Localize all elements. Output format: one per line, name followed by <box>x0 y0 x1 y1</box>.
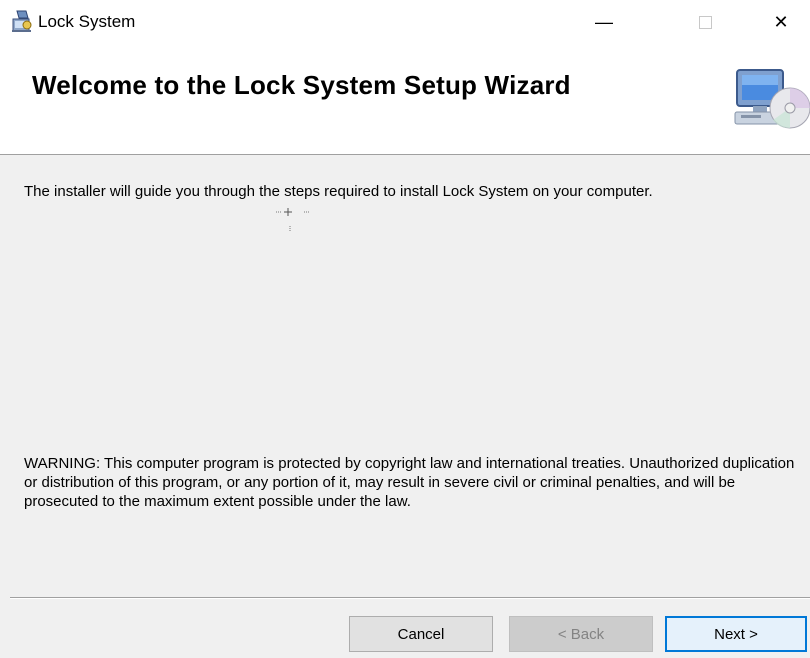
close-button[interactable]: ✕ <box>757 0 805 44</box>
page-title: Welcome to the Lock System Setup Wizard <box>32 70 571 100</box>
copyright-warning: WARNING: This computer program is protec… <box>24 455 795 510</box>
cancel-button[interactable]: Cancel <box>349 616 493 652</box>
back-button[interactable]: < Back <box>509 616 653 652</box>
maximize-button[interactable] <box>681 0 729 44</box>
window-title: Lock System <box>38 12 136 31</box>
setup-wizard-window: Lock System — ✕ Welcome to the Lock Syst… <box>0 0 810 658</box>
title-bar[interactable]: Lock System — ✕ <box>0 0 810 44</box>
maximize-icon <box>698 15 712 29</box>
installer-app-icon <box>11 9 33 33</box>
footer-divider <box>10 597 810 599</box>
busy-cursor-icon <box>272 206 316 234</box>
minimize-button[interactable]: — <box>580 0 628 44</box>
wizard-header: Welcome to the Lock System Setup Wizard <box>0 44 810 155</box>
computer-cd-icon <box>733 64 810 134</box>
intro-text: The installer will guide you through the… <box>24 183 653 200</box>
next-button[interactable]: Next > <box>665 616 807 652</box>
